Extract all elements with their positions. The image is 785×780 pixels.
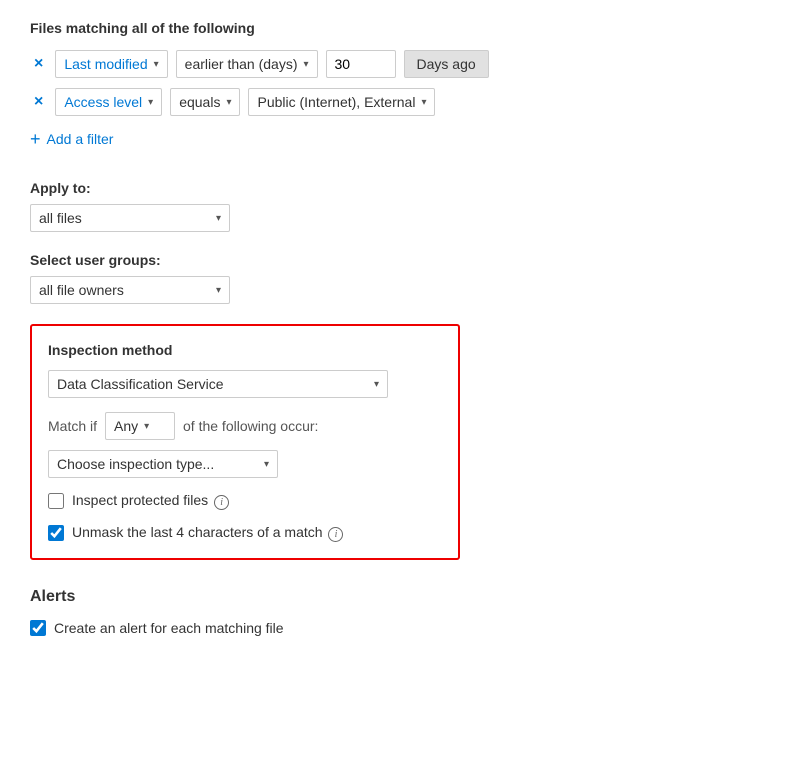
apply-to-label: Apply to: — [30, 180, 755, 196]
occur-label: of the following occur: — [183, 418, 318, 434]
inspect-protected-checkbox[interactable] — [48, 493, 64, 509]
user-groups-section: Select user groups: all file owners ▾ — [30, 252, 755, 304]
filter-row-1: × Last modified ▾ earlier than (days) ▾ … — [30, 50, 755, 78]
filter-2-operator-label: equals — [179, 94, 220, 110]
filter-1-operator-label: earlier than (days) — [185, 56, 298, 72]
filter-2-field-dropdown[interactable]: Access level ▾ — [55, 88, 162, 116]
user-groups-value: all file owners — [39, 282, 124, 298]
filter-1-operator-chevron: ▾ — [303, 59, 308, 70]
inspect-protected-info-icon[interactable]: i — [214, 495, 229, 510]
filter-1-unit-button[interactable]: Days ago — [404, 50, 489, 78]
filter-1-operator-dropdown[interactable]: earlier than (days) ▾ — [176, 50, 318, 78]
apply-to-dropdown[interactable]: all files ▾ — [30, 204, 230, 232]
unmask-checkbox[interactable] — [48, 525, 64, 541]
match-if-value: Any — [114, 418, 138, 434]
inspection-type-dropdown[interactable]: Choose inspection type... ▾ — [48, 450, 278, 478]
inspection-method-section: Inspection method Data Classification Se… — [30, 324, 460, 560]
remove-icon-2: × — [34, 93, 43, 110]
create-alert-checkbox[interactable] — [30, 620, 46, 636]
create-alert-row: Create an alert for each matching file — [30, 620, 755, 636]
filter-1-field-chevron: ▾ — [154, 59, 159, 70]
match-if-dropdown[interactable]: Any ▾ — [105, 412, 175, 440]
filter-1-value-input[interactable] — [326, 50, 396, 78]
inspect-protected-label[interactable]: Inspect protected files i — [72, 492, 229, 510]
filter-2-operator-chevron: ▾ — [226, 97, 231, 108]
match-if-chevron: ▾ — [144, 421, 149, 432]
filter-1-field-label: Last modified — [64, 56, 147, 72]
remove-icon-1: × — [34, 55, 43, 72]
remove-filter-1-button[interactable]: × — [30, 54, 47, 74]
filter-2-value-chevron: ▾ — [421, 97, 426, 108]
filter-2-operator-dropdown[interactable]: equals ▾ — [170, 88, 240, 116]
filter-2-field-chevron: ▾ — [148, 97, 153, 108]
inspection-method-value: Data Classification Service — [57, 376, 224, 392]
match-if-row: Match if Any ▾ of the following occur: — [48, 412, 442, 440]
inspection-title: Inspection method — [48, 342, 442, 358]
inspection-type-chevron: ▾ — [264, 459, 269, 470]
alerts-title: Alerts — [30, 588, 755, 606]
inspection-method-chevron: ▾ — [374, 379, 379, 390]
apply-to-chevron: ▾ — [216, 213, 221, 224]
user-groups-dropdown[interactable]: all file owners ▾ — [30, 276, 230, 304]
match-if-label: Match if — [48, 418, 97, 434]
filter-2-value-dropdown[interactable]: Public (Internet), External ▾ — [248, 88, 435, 116]
alerts-section: Alerts Create an alert for each matching… — [30, 588, 755, 636]
files-matching-title: Files matching all of the following — [30, 20, 255, 36]
unmask-label[interactable]: Unmask the last 4 characters of a match … — [72, 524, 343, 542]
inspect-protected-row: Inspect protected files i — [48, 492, 442, 510]
remove-filter-2-button[interactable]: × — [30, 92, 47, 112]
filter-row-2: × Access level ▾ equals ▾ Public (Intern… — [30, 88, 755, 116]
apply-to-section: Apply to: all files ▾ — [30, 180, 755, 232]
apply-to-value: all files — [39, 210, 82, 226]
unmask-row: Unmask the last 4 characters of a match … — [48, 524, 442, 542]
plus-icon: + — [30, 130, 41, 148]
filter-1-field-dropdown[interactable]: Last modified ▾ — [55, 50, 167, 78]
add-filter-button[interactable]: + Add a filter — [30, 126, 113, 152]
create-alert-label[interactable]: Create an alert for each matching file — [54, 620, 284, 636]
user-groups-chevron: ▾ — [216, 285, 221, 296]
filter-2-value-label: Public (Internet), External — [257, 94, 415, 110]
add-filter-label: Add a filter — [47, 131, 114, 147]
filter-2-field-label: Access level — [64, 94, 142, 110]
inspection-method-dropdown[interactable]: Data Classification Service ▾ — [48, 370, 388, 398]
inspection-type-row: Choose inspection type... ▾ — [48, 450, 442, 478]
user-groups-label: Select user groups: — [30, 252, 755, 268]
unmask-info-icon[interactable]: i — [328, 527, 343, 542]
inspection-type-placeholder: Choose inspection type... — [57, 456, 214, 472]
section-header: Files matching all of the following — [30, 20, 755, 36]
